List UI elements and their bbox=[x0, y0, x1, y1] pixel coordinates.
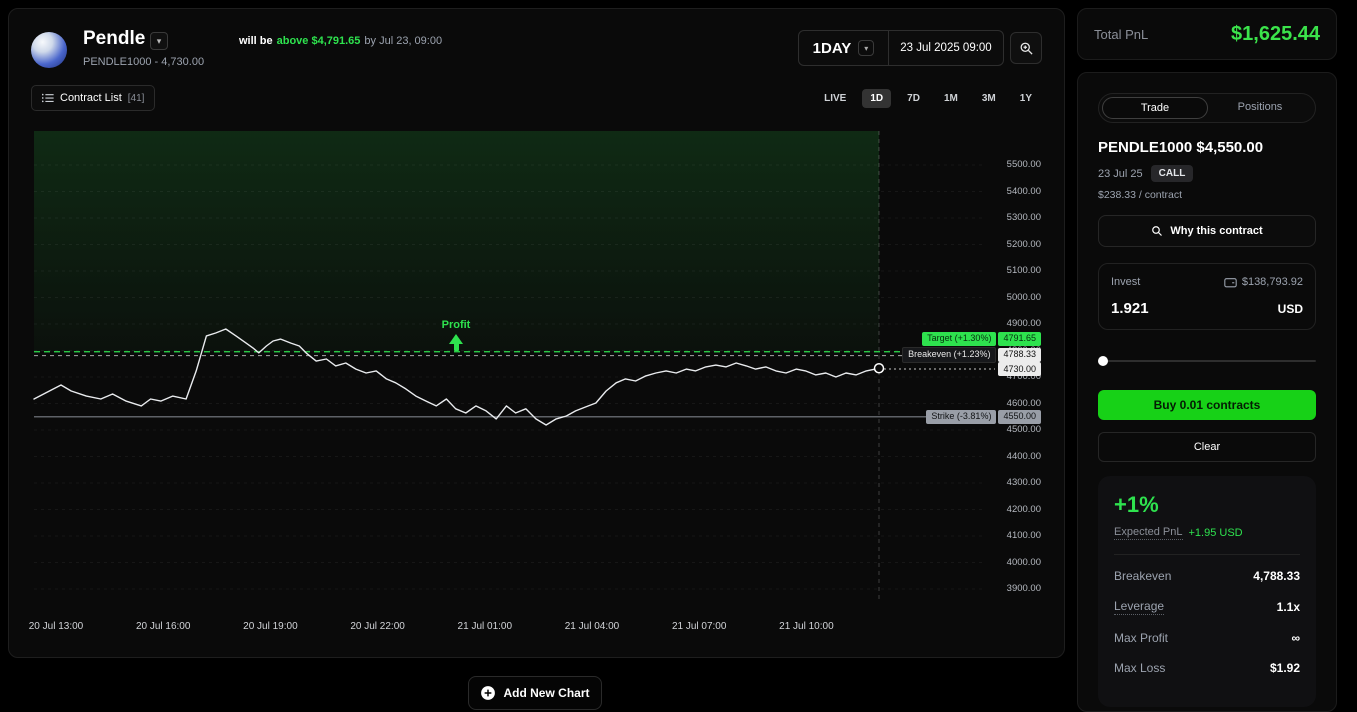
stat-value: 4,788.33 bbox=[1253, 569, 1300, 583]
trade-positions-tabs: Trade Positions bbox=[1098, 93, 1316, 123]
asset-logo bbox=[31, 32, 67, 68]
contract-list-button[interactable]: Contract List [41] bbox=[31, 85, 155, 111]
last-price-marker bbox=[875, 364, 884, 373]
tab-trade[interactable]: Trade bbox=[1102, 97, 1208, 119]
asset-subtitle: PENDLE1000 - 4,730.00 bbox=[83, 56, 204, 68]
stat-label: Breakeven bbox=[1114, 569, 1171, 583]
prediction-prefix: will be bbox=[239, 35, 273, 47]
summary-stats: Breakeven 4,788.33 Leverage 1.1x Max Profit ∞… bbox=[1114, 569, 1300, 675]
add-new-chart-button[interactable]: Add New Chart bbox=[468, 676, 602, 710]
wallet-balance: $138,793.92 bbox=[1224, 276, 1303, 288]
why-this-contract-label: Why this contract bbox=[1170, 225, 1262, 237]
price-chart[interactable] bbox=[31, 131, 1046, 601]
total-pnl-label: Total PnL bbox=[1094, 27, 1148, 42]
range-tab-1d[interactable]: 1D bbox=[862, 89, 891, 108]
why-this-contract-button[interactable]: Why this contract bbox=[1098, 215, 1316, 247]
divider bbox=[1114, 554, 1300, 555]
invest-label: Invest bbox=[1111, 276, 1140, 288]
x-axis: 20 Jul 13:0020 Jul 16:0020 Jul 19:0020 J… bbox=[31, 621, 1046, 637]
range-tab-7d[interactable]: 7D bbox=[899, 89, 928, 108]
slider-thumb[interactable] bbox=[1098, 356, 1108, 366]
chevron-down-icon: ▾ bbox=[157, 36, 162, 47]
plus-circle-icon bbox=[480, 685, 496, 701]
clear-button[interactable]: Clear bbox=[1098, 432, 1316, 462]
invest-slider[interactable] bbox=[1098, 356, 1316, 366]
expected-pnl-value: +1.95 USD bbox=[1189, 527, 1243, 539]
profit-region bbox=[34, 131, 879, 352]
invest-amount-input[interactable] bbox=[1111, 300, 1221, 317]
invest-currency: USD bbox=[1278, 302, 1303, 316]
slider-track[interactable] bbox=[1098, 360, 1316, 362]
expected-return-pct: +1% bbox=[1114, 492, 1300, 518]
zoom-button[interactable] bbox=[1010, 32, 1042, 64]
x-axis-label: 21 Jul 01:00 bbox=[440, 621, 530, 632]
contract-type-badge: CALL bbox=[1151, 165, 1194, 182]
stat-row: Max Loss $1.92 bbox=[1114, 661, 1300, 675]
wallet-balance-value: $138,793.92 bbox=[1242, 276, 1303, 288]
asset-dropdown-button[interactable]: ▾ bbox=[150, 32, 168, 50]
timeframe-controls: 1DAY ▾ 23 Jul 2025 09:00 bbox=[798, 30, 1004, 66]
stat-value: 1.1x bbox=[1277, 600, 1300, 614]
buy-button[interactable]: Buy 0.01 contracts bbox=[1098, 390, 1316, 420]
expiry-datetime-value: 23 Jul 2025 09:00 bbox=[900, 42, 991, 54]
x-axis-label: 21 Jul 07:00 bbox=[654, 621, 744, 632]
contract-meta: 23 Jul 25 CALL bbox=[1098, 165, 1316, 182]
prediction-text: will be above $4,791.65 by Jul 23, 09:00 bbox=[239, 35, 442, 47]
expected-pnl-label: Expected PnL bbox=[1114, 526, 1183, 540]
invest-box: Invest $138,793.92 USD bbox=[1098, 263, 1316, 330]
prediction-expiry: by Jul 23, 09:00 bbox=[364, 35, 442, 47]
prediction-target: above $4,791.65 bbox=[277, 35, 361, 47]
range-tab-3m[interactable]: 3M bbox=[974, 89, 1004, 108]
timeframe-select[interactable]: 1DAY ▾ bbox=[799, 31, 889, 65]
x-axis-label: 20 Jul 19:00 bbox=[225, 621, 315, 632]
stat-value: ∞ bbox=[1291, 631, 1300, 645]
wallet-icon bbox=[1224, 277, 1237, 288]
contract-title: PENDLE1000 $4,550.00 bbox=[1098, 139, 1316, 156]
trade-summary-card: +1% Expected PnL +1.95 USD Breakeven 4,78… bbox=[1098, 476, 1316, 707]
search-icon bbox=[1151, 225, 1163, 237]
stat-row: Leverage 1.1x bbox=[1114, 599, 1300, 615]
range-tab-1m[interactable]: 1M bbox=[936, 89, 966, 108]
chevron-down-icon: ▾ bbox=[858, 40, 874, 56]
chart-panel: Pendle ▾ PENDLE1000 - 4,730.00 will be a… bbox=[8, 8, 1065, 658]
total-pnl-value: $1,625.44 bbox=[1231, 23, 1320, 46]
range-tab-1y[interactable]: 1Y bbox=[1012, 89, 1040, 108]
contract-list-count: [41] bbox=[128, 93, 145, 104]
total-pnl-card: Total PnL $1,625.44 bbox=[1077, 8, 1337, 60]
x-axis-label: 20 Jul 22:00 bbox=[333, 621, 423, 632]
range-tabs: LIVE 1D 7D 1M 3M 1Y bbox=[816, 89, 1040, 108]
x-axis-label: 20 Jul 16:00 bbox=[118, 621, 208, 632]
stat-label: Max Loss bbox=[1114, 661, 1165, 675]
contract-price: $238.33 / contract bbox=[1098, 189, 1316, 201]
timeframe-value: 1DAY bbox=[813, 40, 852, 57]
expiry-datetime-picker[interactable]: 23 Jul 2025 09:00 bbox=[889, 31, 1003, 65]
stat-row: Breakeven 4,788.33 bbox=[1114, 569, 1300, 583]
contract-date: 23 Jul 25 bbox=[1098, 168, 1143, 180]
range-tab-live[interactable]: LIVE bbox=[816, 89, 854, 108]
stat-label: Max Profit bbox=[1114, 631, 1168, 645]
x-axis-label: 21 Jul 10:00 bbox=[761, 621, 851, 632]
asset-title: Pendle bbox=[83, 28, 145, 50]
magnifier-plus-icon bbox=[1019, 41, 1034, 56]
x-axis-label: 20 Jul 13:00 bbox=[11, 621, 101, 632]
x-axis-label: 21 Jul 04:00 bbox=[547, 621, 637, 632]
stat-value: $1.92 bbox=[1270, 661, 1300, 675]
tab-positions[interactable]: Positions bbox=[1208, 97, 1312, 119]
stat-label: Leverage bbox=[1114, 599, 1164, 615]
contract-list-label: Contract List bbox=[60, 92, 122, 104]
list-icon bbox=[42, 93, 54, 103]
trade-panel: Trade Positions PENDLE1000 $4,550.00 23 … bbox=[1077, 72, 1337, 712]
stat-row: Max Profit ∞ bbox=[1114, 631, 1300, 645]
add-new-chart-label: Add New Chart bbox=[503, 686, 589, 700]
